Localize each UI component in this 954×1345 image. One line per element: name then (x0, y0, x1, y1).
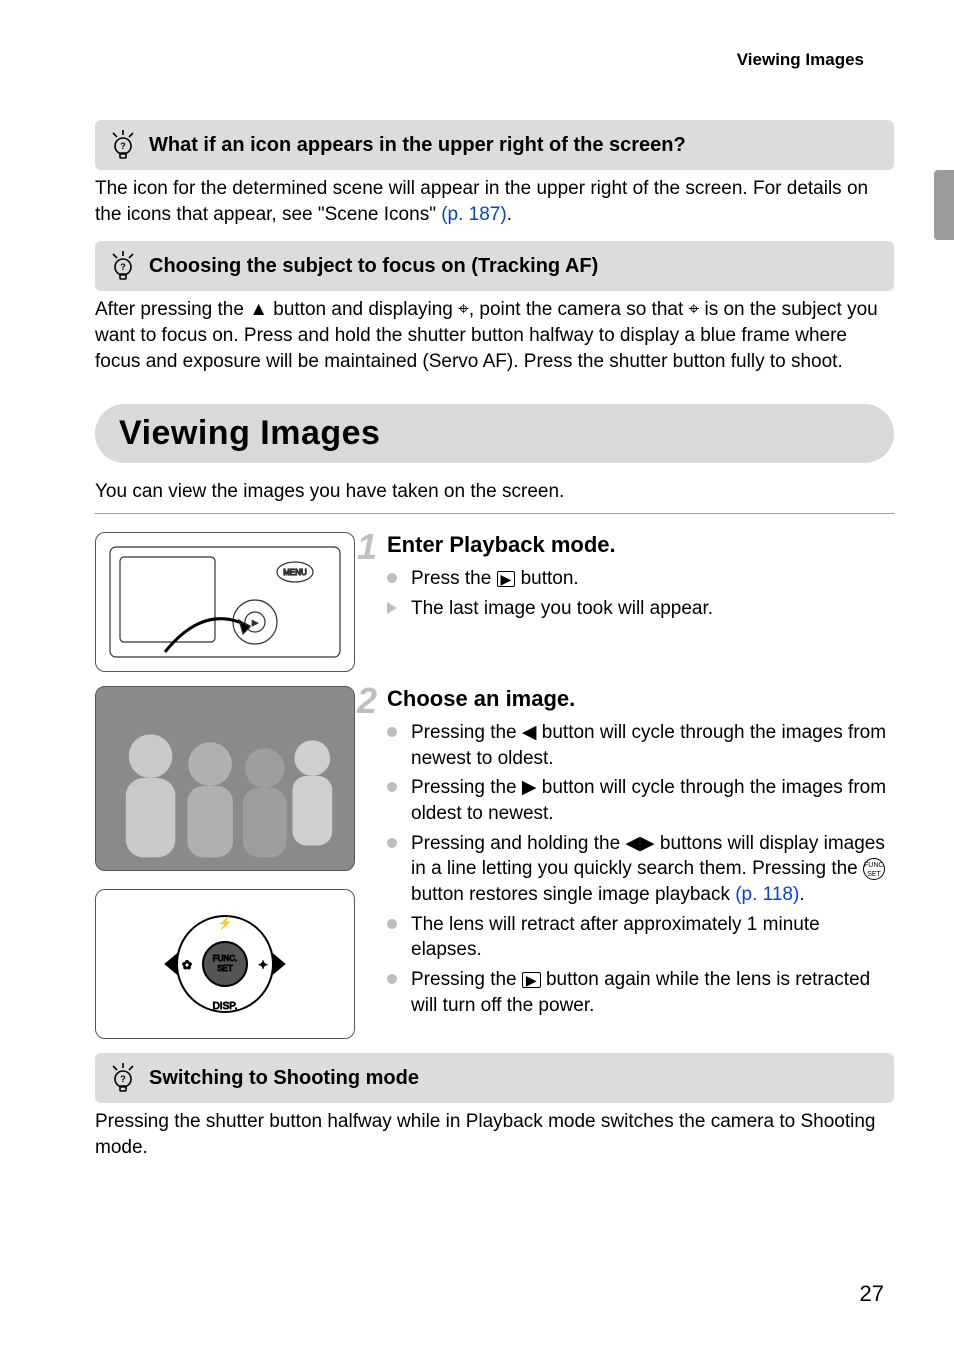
tip-header: ? What if an icon appears in the upper r… (109, 130, 880, 160)
divider (95, 513, 894, 514)
tip-body: The icon for the determined scene will a… (95, 176, 894, 227)
text: . (507, 204, 512, 225)
sample-photo-illustration (95, 686, 355, 871)
step-number: 2 (357, 680, 377, 722)
tip-body: Pressing the shutter button halfway whil… (95, 1109, 894, 1160)
control-dial-illustration: FUNC. SET ⚡ DISP. ✿ ✦ (95, 889, 355, 1039)
page-reference-link[interactable]: (p. 118) (735, 884, 799, 905)
page-reference-link[interactable]: (p. 187) (441, 204, 506, 225)
triangle-icon (387, 602, 397, 614)
bullet-item: The lens will retract after approximatel… (387, 912, 894, 963)
section-intro: You can view the images you have taken o… (95, 481, 894, 503)
svg-text:MENU: MENU (283, 568, 307, 577)
text: The last image you took will appear. (411, 598, 713, 619)
svg-text:?: ? (120, 141, 126, 151)
text: . (799, 884, 804, 905)
bullet-item: Pressing the ▶ button will cycle through… (387, 775, 894, 826)
section-heading-wrap: Viewing Images (95, 404, 894, 463)
tip-box-tracking-af: ? Choosing the subject to focus on (Trac… (95, 241, 894, 291)
lightbulb-icon: ? (109, 1063, 137, 1093)
dot-icon (387, 919, 397, 929)
svg-text:SET: SET (217, 964, 233, 973)
step-heading: Enter Playback mode. (375, 532, 894, 558)
func-set-button-icon: FUNC.SET (863, 858, 885, 880)
bullet-list: Pressing the ◀ button will cycle through… (375, 720, 894, 1018)
svg-text:✿: ✿ (182, 958, 192, 972)
text: button. (515, 568, 578, 589)
dot-icon (387, 573, 397, 583)
tip-title: Choosing the subject to focus on (Tracki… (149, 255, 598, 278)
text: Pressing the ◀ button will cycle through… (411, 722, 886, 769)
dot-icon (387, 974, 397, 984)
dot-icon (387, 727, 397, 737)
step-heading: Choose an image. (375, 686, 894, 712)
step-illustration: ▶ MENU (95, 532, 355, 672)
svg-text:⚡: ⚡ (218, 916, 233, 930)
text: Pressing the (411, 969, 522, 990)
tip-body: After pressing the ▲ button and displayi… (95, 297, 894, 374)
tip-header: ? Switching to Shooting mode (109, 1063, 880, 1093)
text: Press the (411, 568, 497, 589)
page-number: 27 (860, 1281, 884, 1307)
bullet-item: Pressing the ▶ button again while the le… (387, 967, 894, 1018)
tip-title: Switching to Shooting mode (149, 1067, 419, 1090)
tip-box-icon-upper-right: ? What if an icon appears in the upper r… (95, 120, 894, 170)
step-2: FUNC. SET ⚡ DISP. ✿ ✦ 2 Choose an image.… (95, 686, 894, 1039)
tip-header: ? Choosing the subject to focus on (Trac… (109, 251, 880, 281)
step-1: ▶ MENU 1 Enter Playback mode. Press the … (95, 532, 894, 672)
bullet-item: Press the ▶ button. (387, 566, 894, 592)
section-heading: Viewing Images (95, 404, 894, 463)
text: Pressing and holding the ◀▶ buttons will… (411, 833, 885, 880)
svg-text:DISP.: DISP. (213, 1001, 238, 1012)
lightbulb-icon: ? (109, 251, 137, 281)
playback-button-icon: ▶ (522, 972, 541, 988)
tip-box-switching-mode: ? Switching to Shooting mode (95, 1053, 894, 1103)
text: The lens will retract after approximatel… (411, 914, 820, 961)
tip-title: What if an icon appears in the upper rig… (149, 134, 686, 157)
dot-icon (387, 782, 397, 792)
svg-text:?: ? (120, 1074, 126, 1084)
camera-back-illustration: ▶ MENU (95, 532, 355, 672)
bullet-item: The last image you took will appear. (387, 596, 894, 622)
svg-text:▶: ▶ (252, 620, 258, 627)
playback-button-icon: ▶ (497, 571, 516, 587)
bullet-item: Pressing the ◀ button will cycle through… (387, 720, 894, 771)
step-number: 1 (357, 526, 377, 568)
svg-text:✦: ✦ (258, 958, 268, 972)
text: button restores single image playback (411, 884, 735, 905)
bullet-list: Press the ▶ button. The last image you t… (375, 566, 894, 621)
running-header: Viewing Images (95, 50, 894, 70)
bullet-item: Pressing and holding the ◀▶ buttons will… (387, 831, 894, 908)
dot-icon (387, 838, 397, 848)
step-content: 1 Enter Playback mode. Press the ▶ butto… (375, 532, 894, 672)
step-content: 2 Choose an image. Pressing the ◀ button… (375, 686, 894, 1039)
step-illustration-col: FUNC. SET ⚡ DISP. ✿ ✦ (95, 686, 355, 1039)
svg-text:FUNC.: FUNC. (213, 954, 237, 963)
section-tab (934, 170, 954, 240)
page: Viewing Images ? What if an icon appears… (0, 0, 954, 1345)
svg-text:?: ? (120, 262, 126, 272)
lightbulb-icon: ? (109, 130, 137, 160)
text: Pressing the ▶ button will cycle through… (411, 777, 886, 824)
